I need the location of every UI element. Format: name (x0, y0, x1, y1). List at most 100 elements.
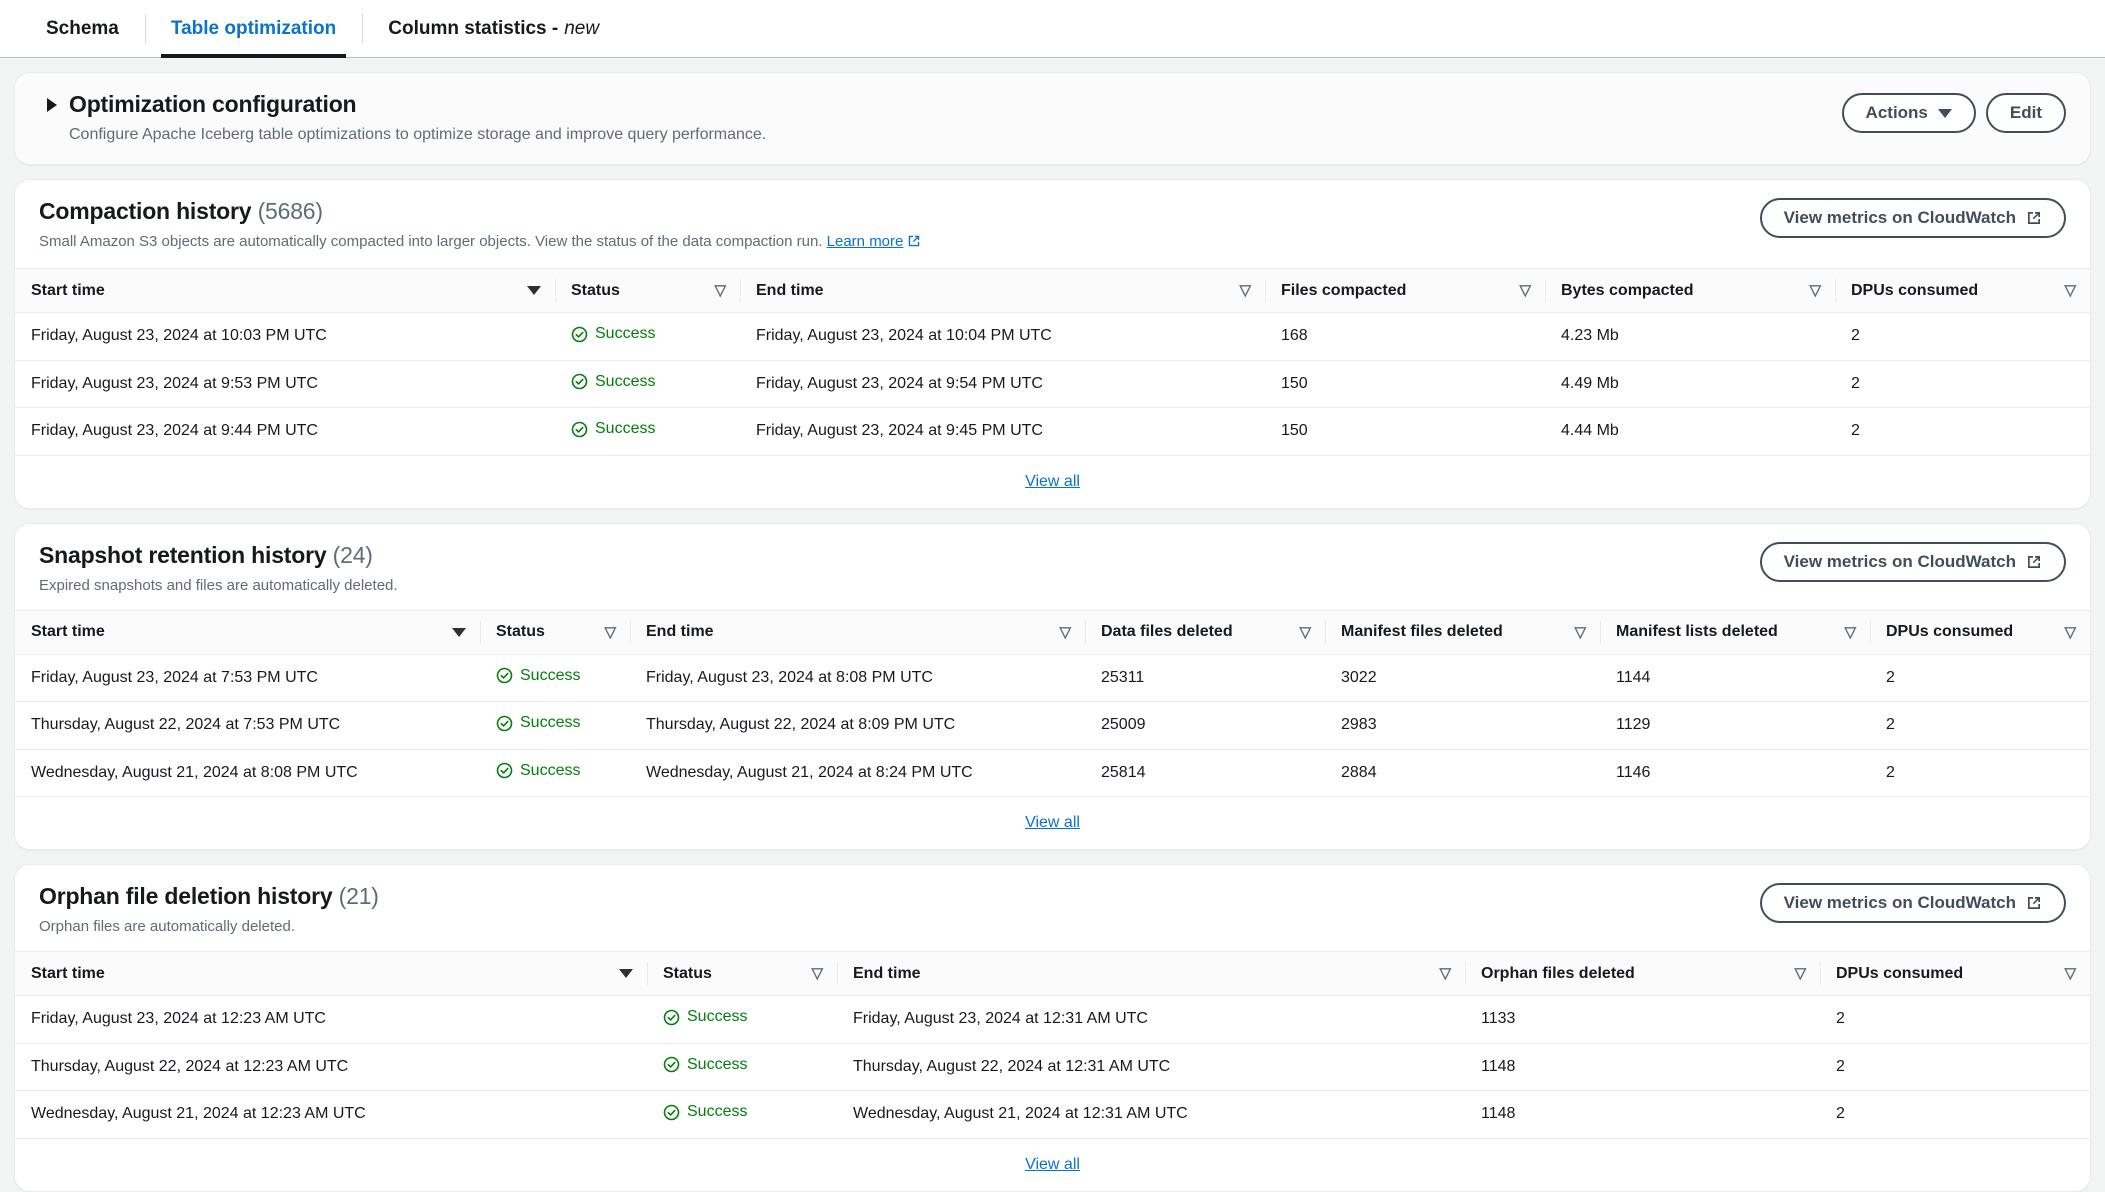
cell-files-compacted: 150 (1265, 360, 1545, 408)
compaction-col-start-time[interactable]: Start time (15, 269, 555, 313)
cell-dpus-consumed: 2 (1870, 702, 2090, 750)
snapshot-retention-header-right: View metrics on CloudWatch (1760, 542, 2066, 582)
table-row[interactable]: Wednesday, August 21, 2024 at 12:23 AM U… (15, 1091, 2090, 1139)
snapshot-retention-history-card: Snapshot retention history (24) Expired … (14, 523, 2091, 851)
table-row[interactable]: Friday, August 23, 2024 at 10:03 PM UTC … (15, 313, 2090, 361)
compaction-col-status[interactable]: Status ▽ (555, 269, 740, 313)
sort-icon[interactable]: ▽ (604, 625, 616, 640)
table-row[interactable]: Thursday, August 22, 2024 at 7:53 PM UTC… (15, 702, 2090, 750)
orphan-col-status[interactable]: Status ▽ (647, 952, 837, 996)
snapshot-retention-view-all-link[interactable]: View all (1025, 814, 1080, 832)
snapshot-retention-view-metrics-label: View metrics on CloudWatch (1784, 552, 2016, 572)
status-badge: Success (496, 762, 580, 780)
cell-status: Success (647, 996, 837, 1044)
sort-icon[interactable]: ▽ (1299, 625, 1311, 640)
sort-descending-icon[interactable] (452, 628, 466, 637)
tab-table-optimization-label: Table optimization (171, 18, 336, 40)
orphan-file-deletion-view-all-link[interactable]: View all (1025, 1156, 1080, 1174)
compaction-col-files-compacted[interactable]: Files compacted ▽ (1265, 269, 1545, 313)
compaction-view-metrics-cloudwatch-button[interactable]: View metrics on CloudWatch (1760, 198, 2066, 238)
actions-button[interactable]: Actions (1842, 93, 1976, 133)
sort-icon[interactable]: ▽ (1519, 283, 1531, 298)
sort-icon[interactable]: ▽ (1439, 966, 1451, 981)
tab-column-statistics[interactable]: Column statistics - new (362, 0, 625, 57)
orphan-file-deletion-header-right: View metrics on CloudWatch (1760, 883, 2066, 923)
snapshot-col-dpus-consumed-label: DPUs consumed (1886, 623, 2013, 641)
table-row[interactable]: Thursday, August 22, 2024 at 12:23 AM UT… (15, 1043, 2090, 1091)
cell-end-time: Friday, August 23, 2024 at 12:31 AM UTC (837, 996, 1465, 1044)
snapshot-col-manifest-files-deleted[interactable]: Manifest files deleted ▽ (1325, 610, 1600, 654)
compaction-col-end-time[interactable]: End time ▽ (740, 269, 1265, 313)
sort-icon[interactable]: ▽ (2064, 966, 2076, 981)
cell-start-time: Friday, August 23, 2024 at 9:44 PM UTC (15, 408, 555, 456)
edit-button[interactable]: Edit (1986, 93, 2066, 133)
status-label: Success (687, 1103, 747, 1121)
cell-manifest-lists-deleted: 1144 (1600, 654, 1870, 702)
sort-icon[interactable]: ▽ (1574, 625, 1586, 640)
snapshot-col-data-files-deleted[interactable]: Data files deleted ▽ (1085, 610, 1325, 654)
snapshot-retention-view-all-row: View all (15, 797, 2090, 849)
edit-button-label: Edit (2010, 103, 2042, 123)
cell-manifest-files-deleted: 2983 (1325, 702, 1600, 750)
snapshot-col-start-time[interactable]: Start time (15, 610, 480, 654)
compaction-history-card: Compaction history (5686) Small Amazon S… (14, 179, 2091, 509)
tab-schema[interactable]: Schema (20, 0, 145, 57)
optimization-configuration-description: Configure Apache Iceberg table optimizat… (69, 126, 1842, 144)
sort-icon[interactable]: ▽ (2064, 625, 2076, 640)
success-check-icon (496, 667, 513, 684)
sort-icon[interactable]: ▽ (2064, 283, 2076, 298)
sort-icon[interactable]: ▽ (1239, 283, 1251, 298)
sort-icon[interactable]: ▽ (1809, 283, 1821, 298)
orphan-col-status-label: Status (663, 965, 712, 983)
compaction-col-bytes-compacted[interactable]: Bytes compacted ▽ (1545, 269, 1835, 313)
snapshot-col-end-time[interactable]: End time ▽ (630, 610, 1085, 654)
sort-descending-icon[interactable] (619, 969, 633, 978)
sort-descending-icon[interactable] (527, 286, 541, 295)
compaction-learn-more-link[interactable]: Learn more (827, 233, 904, 250)
cell-dpus-consumed: 2 (1870, 749, 2090, 797)
orphan-col-end-time[interactable]: End time ▽ (837, 952, 1465, 996)
sort-icon[interactable]: ▽ (1844, 625, 1856, 640)
compaction-view-all-link[interactable]: View all (1025, 473, 1080, 491)
compaction-col-dpus-consumed[interactable]: DPUs consumed ▽ (1835, 269, 2090, 313)
orphan-col-start-time[interactable]: Start time (15, 952, 647, 996)
snapshot-col-status[interactable]: Status ▽ (480, 610, 630, 654)
cell-dpus-consumed: 2 (1835, 313, 2090, 361)
cell-status: Success (647, 1043, 837, 1091)
orphan-col-orphan-files-deleted-label: Orphan files deleted (1481, 965, 1635, 983)
orphan-file-deletion-view-metrics-cloudwatch-button[interactable]: View metrics on CloudWatch (1760, 883, 2066, 923)
cell-files-compacted: 150 (1265, 408, 1545, 456)
sort-icon[interactable]: ▽ (1059, 625, 1071, 640)
snapshot-retention-view-metrics-cloudwatch-button[interactable]: View metrics on CloudWatch (1760, 542, 2066, 582)
orphan-col-dpus-consumed-label: DPUs consumed (1836, 965, 1963, 983)
orphan-col-orphan-files-deleted[interactable]: Orphan files deleted ▽ (1465, 952, 1820, 996)
table-row[interactable]: Wednesday, August 21, 2024 at 8:08 PM UT… (15, 749, 2090, 797)
cell-orphan-files-deleted: 1148 (1465, 1043, 1820, 1091)
cell-dpus-consumed: 2 (1820, 1091, 2090, 1139)
table-row[interactable]: Friday, August 23, 2024 at 9:53 PM UTC S… (15, 360, 2090, 408)
orphan-file-deletion-header-left: Orphan file deletion history (21) Orphan… (39, 883, 1760, 935)
orphan-col-dpus-consumed[interactable]: DPUs consumed ▽ (1820, 952, 2090, 996)
sort-icon[interactable]: ▽ (811, 966, 823, 981)
table-row[interactable]: Friday, August 23, 2024 at 7:53 PM UTC S… (15, 654, 2090, 702)
cell-status: Success (480, 702, 630, 750)
orphan-file-deletion-table: Start time Status ▽ End time ▽ (15, 951, 2090, 1139)
expand-collapse-caret-icon[interactable] (47, 98, 57, 112)
orphan-file-deletion-view-all-row: View all (15, 1139, 2090, 1191)
orphan-file-deletion-view-metrics-label: View metrics on CloudWatch (1784, 893, 2016, 913)
table-row[interactable]: Friday, August 23, 2024 at 12:23 AM UTC … (15, 996, 2090, 1044)
snapshot-col-manifest-files-deleted-label: Manifest files deleted (1341, 623, 1503, 641)
cell-status: Success (480, 654, 630, 702)
snapshot-col-data-files-deleted-label: Data files deleted (1101, 623, 1233, 641)
table-row[interactable]: Friday, August 23, 2024 at 9:44 PM UTC S… (15, 408, 2090, 456)
cell-start-time: Friday, August 23, 2024 at 9:53 PM UTC (15, 360, 555, 408)
sort-icon[interactable]: ▽ (714, 283, 726, 298)
cell-status: Success (647, 1091, 837, 1139)
cell-status: Success (555, 313, 740, 361)
sort-icon[interactable]: ▽ (1794, 966, 1806, 981)
status-label: Success (687, 1056, 747, 1074)
tab-table-optimization[interactable]: Table optimization (145, 0, 362, 57)
snapshot-retention-table-header-row: Start time Status ▽ End time ▽ (15, 610, 2090, 654)
snapshot-col-manifest-lists-deleted[interactable]: Manifest lists deleted ▽ (1600, 610, 1870, 654)
snapshot-col-dpus-consumed[interactable]: DPUs consumed ▽ (1870, 610, 2090, 654)
